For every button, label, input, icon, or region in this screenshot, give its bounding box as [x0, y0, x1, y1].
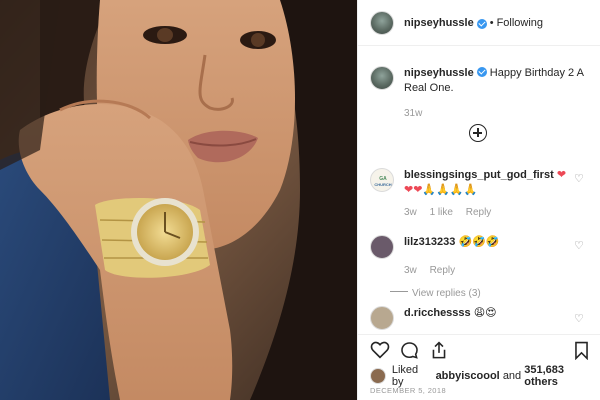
liked-by-and: and	[502, 370, 522, 382]
caption-verified-badge-icon	[476, 67, 487, 77]
comment-like-count[interactable]: 1 like	[430, 207, 453, 218]
bookmark-icon[interactable]	[574, 341, 589, 360]
commenter-avatar[interactable]	[370, 235, 394, 259]
comment-username[interactable]: d.ricchessss	[404, 307, 471, 319]
separator-dot: •	[489, 16, 494, 29]
comment-text: ❤	[556, 169, 567, 181]
comment-username[interactable]: lilz313233	[404, 236, 455, 248]
load-more-comments-icon[interactable]	[469, 124, 487, 142]
share-icon[interactable]	[430, 341, 448, 360]
comment-text: 🤣🤣🤣	[458, 236, 500, 248]
comment-text: 😩😍	[473, 307, 497, 319]
following-button[interactable]: Following	[497, 17, 543, 29]
post-sidebar: nipseyhussle • Following nipseyhussle Ha…	[357, 0, 600, 400]
post-photo[interactable]	[0, 0, 357, 400]
likes-summary: Liked by abbyiscoool and 351,683 others	[370, 364, 600, 388]
author-avatar[interactable]	[370, 10, 394, 35]
view-replies-link[interactable]: View replies (3)	[390, 286, 574, 301]
commenter-avatar[interactable]: GA CHURCH	[370, 168, 394, 192]
instagram-post: nipseyhussle • Following nipseyhussle Ha…	[0, 0, 600, 400]
liked-by-prefix: Liked by	[391, 364, 419, 388]
comment-username[interactable]: blessingsings_put_god_first	[404, 169, 554, 181]
comment-heart-icon[interactable]: ♡	[574, 174, 584, 185]
post-date: DECEMBER 5, 2018	[370, 386, 447, 395]
commenter-avatar[interactable]	[370, 306, 394, 330]
comment-text-line2: ❤❤🙏🙏🙏🙏	[404, 184, 478, 196]
liked-by-count[interactable]: 351,683 others	[524, 364, 600, 388]
reply-button[interactable]: Reply	[430, 265, 456, 276]
caption-timestamp: 31w	[404, 108, 423, 119]
author-username[interactable]: nipseyhussle	[404, 17, 474, 29]
comment-time: 3w	[404, 265, 417, 276]
action-bar	[358, 334, 600, 364]
comment-bubble-icon[interactable]	[400, 341, 419, 360]
reply-button[interactable]: Reply	[466, 207, 492, 218]
caption-avatar[interactable]	[370, 66, 394, 90]
comment-heart-icon[interactable]: ♡	[574, 314, 584, 325]
post-header: nipseyhussle • Following	[358, 0, 600, 46]
verified-badge-icon	[476, 18, 487, 29]
selfie-illustration	[0, 0, 357, 400]
liker-avatar[interactable]	[370, 368, 386, 384]
comment-time: 3w	[404, 207, 417, 218]
comment-heart-icon[interactable]: ♡	[574, 241, 584, 252]
liked-by-user[interactable]: abbyiscoool	[436, 370, 500, 382]
svg-text:CHURCH: CHURCH	[374, 182, 391, 187]
caption-username[interactable]: nipseyhussle	[404, 67, 474, 79]
post-caption: nipseyhussle Happy Birthday 2 A Real One…	[370, 66, 592, 96]
like-heart-icon[interactable]	[370, 341, 390, 359]
